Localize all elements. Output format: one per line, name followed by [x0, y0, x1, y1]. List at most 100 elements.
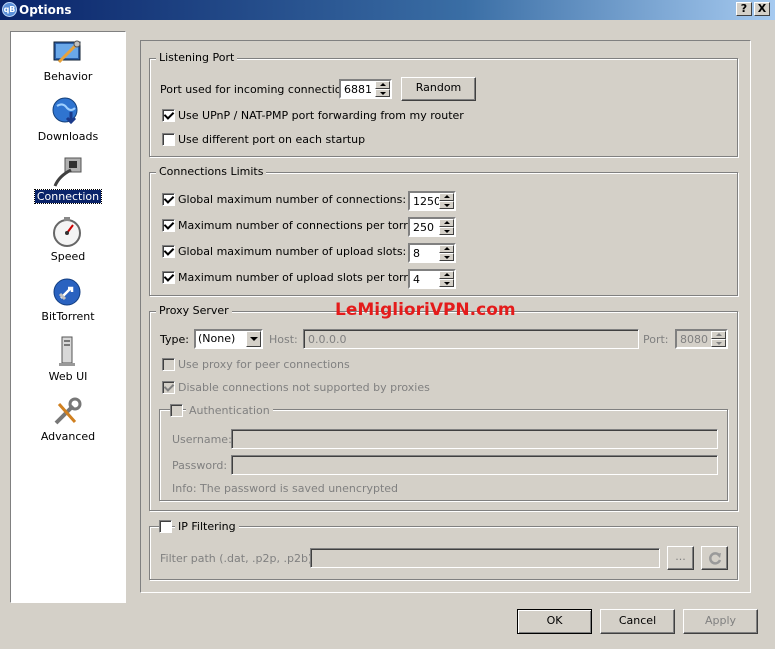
ip-filtering-label: IP Filtering: [175, 520, 239, 533]
upload-slots-per-torrent-spinbox[interactable]: 4: [408, 269, 456, 289]
sidebar-item-downloads[interactable]: Downloads: [11, 92, 125, 152]
spin-arrows[interactable]: [375, 81, 390, 97]
proxy-peer-label: Use proxy for peer connections: [178, 358, 350, 371]
sidebar-item-label: Connection: [33, 189, 103, 204]
web-ui-icon: [59, 336, 75, 366]
spin-up-icon[interactable]: [439, 193, 454, 201]
spin-down-icon[interactable]: [439, 279, 454, 287]
spin-up-icon[interactable]: [439, 245, 454, 253]
proxy-host-label: Host:: [269, 333, 298, 346]
disable-unsupported-checkbox[interactable]: [162, 381, 175, 394]
proxy-peer-checkbox[interactable]: [162, 358, 175, 371]
disable-unsupported-label: Disable connections not supported by pro…: [178, 381, 430, 394]
different-port-label: Use different port on each startup: [178, 133, 366, 146]
proxy-server-group: Proxy Server Type: (None) Host: 0.0.0.0 …: [149, 304, 738, 511]
upload-slots-per-torrent-checkbox[interactable]: [162, 271, 175, 284]
spin-up-icon[interactable]: [711, 331, 726, 339]
spinbox-value: 8: [413, 247, 420, 260]
help-button[interactable]: ?: [736, 2, 752, 16]
speed-gauge-icon: [53, 217, 81, 247]
spin-arrows[interactable]: [711, 331, 726, 347]
sidebar-item-speed[interactable]: Speed: [11, 212, 125, 272]
apply-button[interactable]: Apply: [683, 609, 758, 634]
sidebar-item-web-ui[interactable]: Web UI: [11, 332, 125, 392]
bittorrent-icon: [53, 278, 81, 306]
different-port-checkbox[interactable]: [162, 133, 175, 146]
filter-path-input[interactable]: [310, 548, 660, 568]
global-upload-slots-checkbox[interactable]: [162, 245, 175, 258]
proxy-host-input[interactable]: 0.0.0.0: [303, 329, 639, 349]
downloads-globe-icon: [52, 97, 78, 125]
spinbox-value: 1250: [413, 195, 441, 208]
max-connections-per-torrent-checkbox[interactable]: [162, 219, 175, 232]
proxy-port-spinbox[interactable]: 8080: [675, 329, 728, 349]
global-upload-slots-label: Global maximum number of upload slots:: [178, 245, 407, 258]
close-button[interactable]: X: [754, 2, 770, 16]
window-title: Options: [19, 3, 72, 17]
proxy-type-select[interactable]: (None): [194, 329, 263, 349]
spinbox-value: 8080: [680, 333, 708, 346]
username-input[interactable]: [231, 429, 718, 449]
proxy-type-label: Type:: [160, 333, 189, 346]
listening-port-group: Listening Port Port used for incoming co…: [149, 51, 738, 157]
connection-icon: [53, 157, 82, 187]
authentication-label: Authentication: [186, 404, 273, 417]
upnp-checkbox[interactable]: [162, 109, 175, 122]
sidebar-item-label: Advanced: [40, 430, 96, 443]
chevron-down-icon[interactable]: [246, 331, 261, 347]
username-label: Username:: [172, 433, 232, 446]
spin-arrows[interactable]: [439, 193, 454, 209]
input-value: 0.0.0.0: [308, 333, 347, 346]
group-title: Connections Limits: [156, 165, 267, 178]
password-info-text: Info: The password is saved unencrypted: [172, 482, 399, 495]
ip-filtering-group: IP Filtering Filter path (.dat, .p2p, .p…: [149, 520, 738, 580]
spin-down-icon[interactable]: [711, 339, 726, 347]
group-title: Proxy Server: [156, 304, 232, 317]
sidebar-item-connection[interactable]: Connection: [11, 152, 125, 212]
upnp-label: Use UPnP / NAT-PMP port forwarding from …: [178, 109, 464, 122]
cancel-button[interactable]: Cancel: [600, 609, 675, 634]
browse-filter-button[interactable]: ...: [667, 546, 694, 570]
connection-limits-group: Connections Limits Global maximum number…: [149, 165, 738, 296]
sidebar-item-advanced[interactable]: Advanced: [11, 392, 125, 452]
spinbox-value: 4: [413, 273, 420, 286]
spinbox-value: 6881: [344, 83, 372, 96]
sidebar-item-label: BitTorrent: [41, 310, 95, 323]
sidebar-item-bittorrent[interactable]: BitTorrent: [11, 272, 125, 332]
authentication-group: Authentication Username: Password: Info:…: [159, 404, 728, 501]
spin-down-icon[interactable]: [439, 253, 454, 261]
global-max-connections-spinbox[interactable]: 1250: [408, 191, 456, 211]
group-title: Listening Port: [156, 51, 238, 64]
spin-arrows[interactable]: [439, 271, 454, 287]
sidebar-item-behavior[interactable]: Behavior: [11, 32, 125, 92]
password-input[interactable]: [231, 455, 718, 475]
spin-down-icon[interactable]: [439, 227, 454, 235]
spin-arrows[interactable]: [439, 245, 454, 261]
authentication-checkbox[interactable]: [170, 404, 183, 417]
global-max-connections-label: Global maximum number of connections:: [178, 193, 407, 206]
global-upload-slots-spinbox[interactable]: 8: [408, 243, 456, 263]
title-bar: qB Options ? X: [0, 0, 775, 20]
behavior-icon: [53, 40, 81, 64]
spin-up-icon[interactable]: [375, 81, 390, 89]
spin-arrows[interactable]: [439, 219, 454, 235]
max-connections-per-torrent-label: Maximum number of connections per torren…: [178, 219, 430, 232]
reload-filter-button[interactable]: [701, 546, 728, 570]
spin-down-icon[interactable]: [375, 89, 390, 97]
global-max-connections-checkbox[interactable]: [162, 193, 175, 206]
random-port-button[interactable]: Random: [401, 77, 476, 101]
spin-down-icon[interactable]: [439, 201, 454, 209]
max-connections-per-torrent-spinbox[interactable]: 250: [408, 217, 456, 237]
reload-icon: [708, 552, 721, 565]
ok-button[interactable]: OK: [517, 609, 592, 634]
options-sidebar: Behavior Downloads Connection Speed BitT…: [10, 31, 126, 603]
spinbox-value: 250: [413, 221, 434, 234]
proxy-port-label: Port:: [643, 333, 669, 346]
ip-filtering-checkbox[interactable]: [159, 520, 172, 533]
advanced-tools-icon: [54, 397, 82, 425]
sidebar-item-label: Web UI: [48, 370, 88, 383]
spin-up-icon[interactable]: [439, 271, 454, 279]
listening-port-spinbox[interactable]: 6881: [339, 79, 392, 99]
spin-up-icon[interactable]: [439, 219, 454, 227]
password-label: Password:: [172, 459, 228, 472]
